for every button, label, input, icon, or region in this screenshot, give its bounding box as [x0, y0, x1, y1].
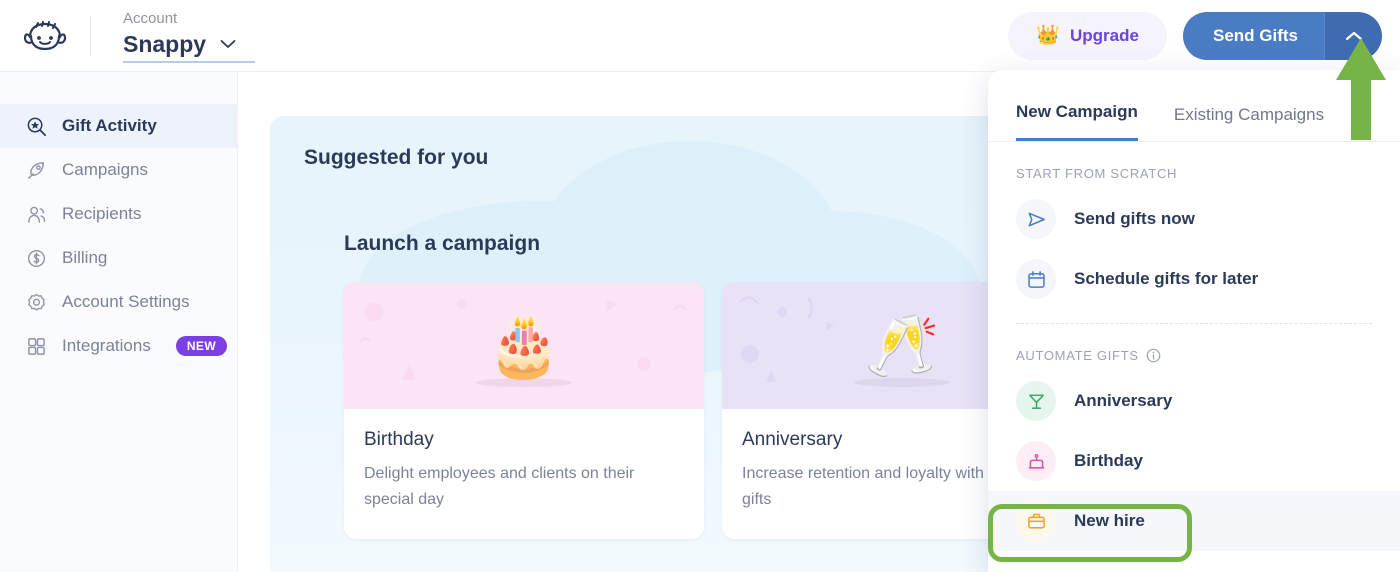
green-up-arrow-annotation-icon	[1334, 36, 1388, 142]
new-badge: NEW	[176, 336, 227, 356]
account-name-row[interactable]: Snappy	[123, 29, 255, 63]
sidebar-item-campaigns[interactable]: Campaigns	[0, 148, 237, 192]
sidebar-item-billing[interactable]: Billing	[0, 236, 237, 280]
sidebar-item-label: Recipients	[62, 204, 141, 224]
crown-icon: 👑	[1036, 26, 1060, 45]
sidebar-item-label: Gift Activity	[62, 116, 157, 136]
dropdown-item-label: Schedule gifts for later	[1074, 269, 1258, 289]
sidebar-item-label: Integrations	[62, 336, 151, 356]
new-hire-highlight-annotation	[988, 504, 1192, 562]
tab-new-campaign[interactable]: New Campaign	[1016, 102, 1138, 141]
card-description: Delight employees and clients on their s…	[364, 461, 684, 513]
dropdown-item-anniversary[interactable]: Anniversary	[988, 371, 1400, 431]
grid-icon	[26, 336, 47, 357]
account-name: Snappy	[123, 29, 206, 59]
info-icon[interactable]	[1146, 348, 1161, 363]
calendar-icon	[1016, 259, 1056, 299]
upgrade-button[interactable]: 👑 Upgrade	[1008, 12, 1167, 60]
automate-gifts-label: AUTOMATE GIFTS	[988, 324, 1400, 371]
send-gifts-dropdown-panel: New Campaign Existing Campaigns START FR…	[988, 70, 1400, 572]
sidebar-item-gift-activity[interactable]: Gift Activity	[0, 104, 237, 148]
cocktail-glass-glyph	[1026, 391, 1047, 412]
dropdown-item-schedule-gifts[interactable]: Schedule gifts for later	[988, 249, 1400, 309]
top-bar: Account Snappy 👑 Upgrade Send Gifts	[0, 0, 1400, 72]
campaign-card-birthday[interactable]: 🎂 Birthday Delight employees and clients…	[344, 282, 704, 539]
gear-icon	[26, 292, 47, 313]
gift-activity-icon	[26, 116, 47, 137]
card-title: Birthday	[364, 429, 684, 451]
header-divider	[90, 16, 91, 56]
birthday-cake-glyph	[1026, 451, 1047, 472]
sidebar-item-integrations[interactable]: Integrations NEW	[0, 324, 237, 368]
card-body: Birthday Delight employees and clients o…	[344, 409, 704, 539]
birthday-cake-icon	[1016, 441, 1056, 481]
emoji-shadow	[476, 378, 572, 387]
section-label-text: START FROM SCRATCH	[1016, 166, 1177, 181]
chevron-down-icon	[220, 39, 236, 49]
tab-existing-campaigns[interactable]: Existing Campaigns	[1174, 105, 1324, 141]
account-switcher[interactable]: Account Snappy	[123, 9, 255, 63]
sidebar: Gift Activity Campaigns Recipients	[0, 72, 238, 572]
sidebar-item-label: Account Settings	[62, 292, 190, 312]
cocktail-glass-icon	[1016, 381, 1056, 421]
dollar-circle-icon	[26, 248, 47, 269]
section-label-text: AUTOMATE GIFTS	[1016, 348, 1139, 363]
send-plane-icon	[1016, 199, 1056, 239]
sidebar-item-label: Campaigns	[62, 160, 148, 180]
sidebar-item-account-settings[interactable]: Account Settings	[0, 280, 237, 324]
card-emoji: 🥂	[865, 316, 940, 376]
send-plane-glyph	[1026, 209, 1047, 230]
sidebar-item-recipients[interactable]: Recipients	[0, 192, 237, 236]
rocket-icon	[26, 160, 47, 181]
dropdown-item-label: Anniversary	[1074, 391, 1172, 411]
dropdown-item-label: Birthday	[1074, 451, 1143, 471]
start-from-scratch-label: START FROM SCRATCH	[988, 142, 1400, 189]
card-hero: 🎂	[344, 282, 704, 409]
calendar-glyph	[1026, 269, 1047, 290]
sidebar-item-label: Billing	[62, 248, 107, 268]
app-logo[interactable]	[0, 21, 90, 51]
account-label: Account	[123, 9, 255, 29]
upgrade-label: Upgrade	[1070, 26, 1139, 46]
dropdown-item-label: Send gifts now	[1074, 209, 1195, 229]
send-gifts-button[interactable]: Send Gifts	[1183, 12, 1324, 60]
dropdown-item-birthday[interactable]: Birthday	[988, 431, 1400, 491]
emoji-shadow	[854, 378, 950, 387]
snappy-face-logo-icon	[22, 21, 68, 51]
dropdown-item-send-gifts-now[interactable]: Send gifts now	[988, 189, 1400, 249]
card-emoji: 🎂	[487, 316, 562, 376]
people-icon	[26, 204, 47, 225]
